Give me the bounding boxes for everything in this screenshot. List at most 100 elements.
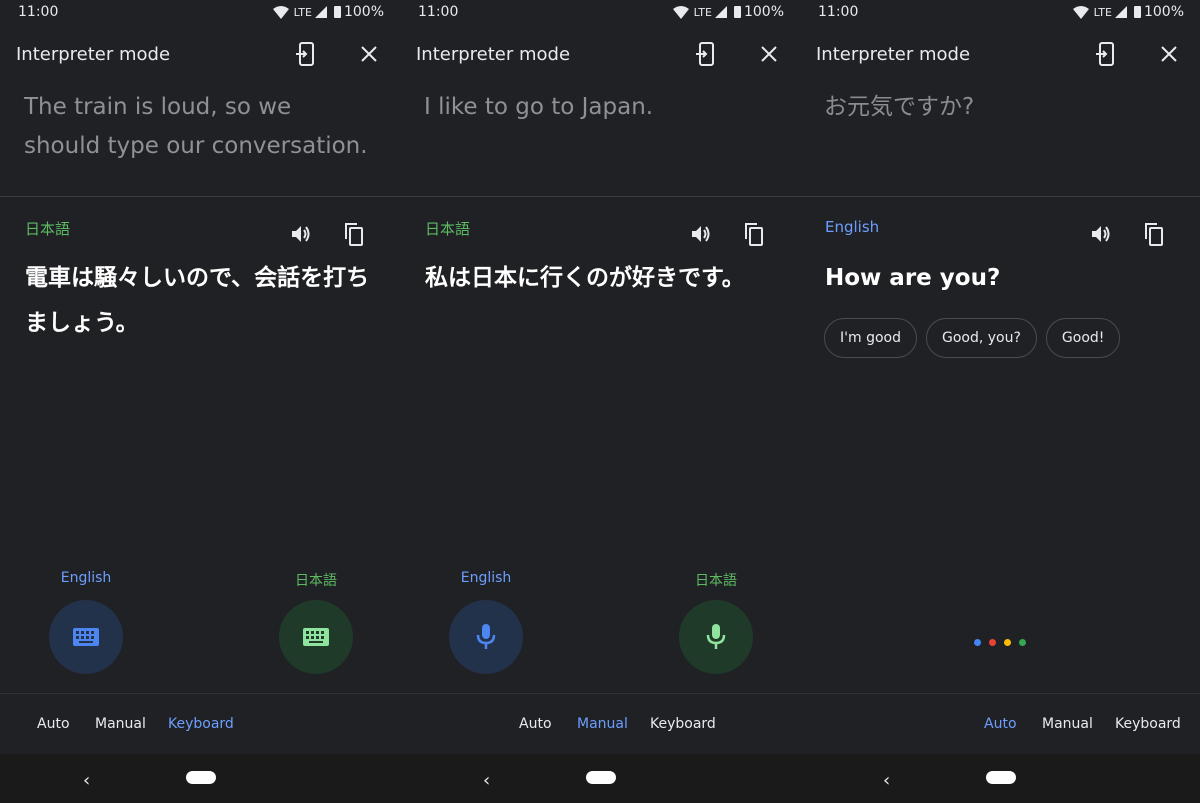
signal-icon bbox=[314, 6, 327, 18]
switch-device-button[interactable] bbox=[1094, 41, 1118, 67]
mode-selector: Auto Manual Keyboard bbox=[0, 716, 400, 736]
listening-dot-blue bbox=[974, 639, 981, 646]
divider bbox=[400, 196, 800, 197]
status-icons: LTE 100% bbox=[672, 4, 784, 20]
back-icon[interactable]: ‹ bbox=[83, 770, 90, 791]
listening-dot-red bbox=[989, 639, 996, 646]
translation-text: 電車は騒々しいので、会話を打ちましょう。 bbox=[25, 265, 370, 336]
status-bar: 11:00 LTE 100% bbox=[800, 0, 1200, 26]
listening-dot-green bbox=[1019, 639, 1026, 646]
mode-auto[interactable]: Auto bbox=[984, 716, 1017, 732]
source-text: I like to go to Japan. bbox=[424, 94, 654, 120]
mode-auto[interactable]: Auto bbox=[37, 716, 70, 732]
page-title: Interpreter mode bbox=[816, 44, 971, 65]
mode-keyboard[interactable]: Keyboard bbox=[1115, 716, 1181, 732]
microphone-icon bbox=[476, 624, 496, 649]
page-title: Interpreter mode bbox=[416, 44, 571, 65]
keyboard-icon bbox=[303, 628, 329, 646]
switch-device-button[interactable] bbox=[694, 41, 718, 67]
copy-icon bbox=[745, 223, 763, 246]
signal-icon bbox=[714, 6, 727, 18]
interpreter-screens: 11:00 LTE 100% Interpreter mode The trai… bbox=[0, 0, 1200, 803]
english-mic-button[interactable] bbox=[449, 600, 523, 674]
battery-icon bbox=[333, 6, 341, 18]
back-icon[interactable]: ‹ bbox=[483, 770, 490, 791]
reply-chip[interactable]: Good, you? bbox=[925, 318, 1037, 358]
mode-auto[interactable]: Auto bbox=[519, 716, 552, 732]
close-icon bbox=[361, 46, 377, 62]
app-bar: Interpreter mode bbox=[0, 36, 400, 72]
divider bbox=[800, 196, 1200, 197]
keyboard-icon bbox=[73, 628, 99, 646]
reply-chip[interactable]: I'm good bbox=[824, 318, 917, 358]
system-nav-bar: ‹ bbox=[0, 754, 400, 803]
mode-selector: Auto Manual Keyboard bbox=[800, 716, 1200, 736]
divider bbox=[0, 196, 400, 197]
back-icon[interactable]: ‹ bbox=[883, 770, 890, 791]
speak-button[interactable] bbox=[289, 222, 313, 246]
copy-button[interactable] bbox=[342, 221, 366, 247]
status-icons: LTE 100% bbox=[272, 4, 384, 20]
translation-language-label: 日本語 bbox=[25, 220, 71, 238]
battery-level: 100% bbox=[343, 4, 384, 20]
close-button[interactable] bbox=[1157, 42, 1181, 66]
network-type: LTE bbox=[1093, 5, 1112, 19]
modes-divider bbox=[400, 693, 800, 694]
speak-button[interactable] bbox=[689, 222, 713, 246]
home-pill[interactable] bbox=[186, 771, 216, 784]
interpreter-screen-keyboard: 11:00 LTE 100% Interpreter mode The trai… bbox=[0, 0, 400, 803]
wifi-icon bbox=[272, 5, 289, 19]
mode-keyboard[interactable]: Keyboard bbox=[168, 716, 234, 732]
battery-icon bbox=[733, 6, 741, 18]
translation-text: 私は日本に行くのが好きです。 bbox=[425, 265, 745, 291]
close-button[interactable] bbox=[357, 42, 381, 66]
microphone-icon bbox=[706, 624, 726, 649]
listening-indicator bbox=[974, 639, 1026, 646]
status-time: 11:00 bbox=[818, 4, 859, 20]
reply-chip[interactable]: Good! bbox=[1045, 318, 1121, 358]
status-bar: 11:00 LTE 100% bbox=[400, 0, 800, 26]
interpreter-screen-manual: 11:00 LTE 100% Interpreter mode I like t… bbox=[400, 0, 800, 803]
wifi-icon bbox=[672, 5, 689, 19]
interpreter-screen-auto: 11:00 LTE 100% Interpreter mode お元気ですか? bbox=[800, 0, 1200, 803]
phone-swap-icon bbox=[1096, 42, 1114, 66]
modes-divider bbox=[0, 693, 400, 694]
smart-reply-chips: I'm good Good, you? Good! bbox=[824, 318, 1121, 358]
close-icon bbox=[761, 46, 777, 62]
mode-manual[interactable]: Manual bbox=[95, 716, 146, 732]
listening-dot-yellow bbox=[1004, 639, 1011, 646]
app-bar: Interpreter mode bbox=[800, 36, 1200, 72]
translation-text: How are you? bbox=[825, 265, 1001, 291]
status-bar: 11:00 LTE 100% bbox=[0, 0, 400, 26]
mode-selector: Auto Manual Keyboard bbox=[400, 716, 800, 736]
close-button[interactable] bbox=[757, 42, 781, 66]
home-pill[interactable] bbox=[986, 771, 1016, 784]
source-text: The train is loud, so we should type our… bbox=[24, 94, 368, 159]
status-time: 11:00 bbox=[18, 4, 59, 20]
signal-icon bbox=[1114, 6, 1127, 18]
switch-device-button[interactable] bbox=[294, 41, 318, 67]
battery-level: 100% bbox=[743, 4, 784, 20]
battery-icon bbox=[1133, 6, 1141, 18]
network-type: LTE bbox=[693, 5, 712, 19]
japanese-mic-button[interactable] bbox=[679, 600, 753, 674]
status-icons: LTE 100% bbox=[1072, 4, 1184, 20]
wifi-icon bbox=[1072, 5, 1089, 19]
english-keyboard-button[interactable] bbox=[49, 600, 123, 674]
copy-button[interactable] bbox=[1142, 221, 1166, 247]
copy-button[interactable] bbox=[742, 221, 766, 247]
speak-button[interactable] bbox=[1089, 222, 1113, 246]
mode-manual[interactable]: Manual bbox=[577, 716, 628, 732]
japanese-keyboard-button[interactable] bbox=[279, 600, 353, 674]
english-input-label: English bbox=[460, 570, 512, 586]
japanese-input-label: 日本語 bbox=[695, 573, 737, 589]
speaker-icon bbox=[692, 226, 710, 242]
status-time: 11:00 bbox=[418, 4, 459, 20]
phone-swap-icon bbox=[696, 42, 714, 66]
speaker-icon bbox=[292, 226, 310, 242]
home-pill[interactable] bbox=[586, 771, 616, 784]
page-title: Interpreter mode bbox=[16, 44, 171, 65]
mode-manual[interactable]: Manual bbox=[1042, 716, 1093, 732]
network-type: LTE bbox=[293, 5, 312, 19]
mode-keyboard[interactable]: Keyboard bbox=[650, 716, 716, 732]
